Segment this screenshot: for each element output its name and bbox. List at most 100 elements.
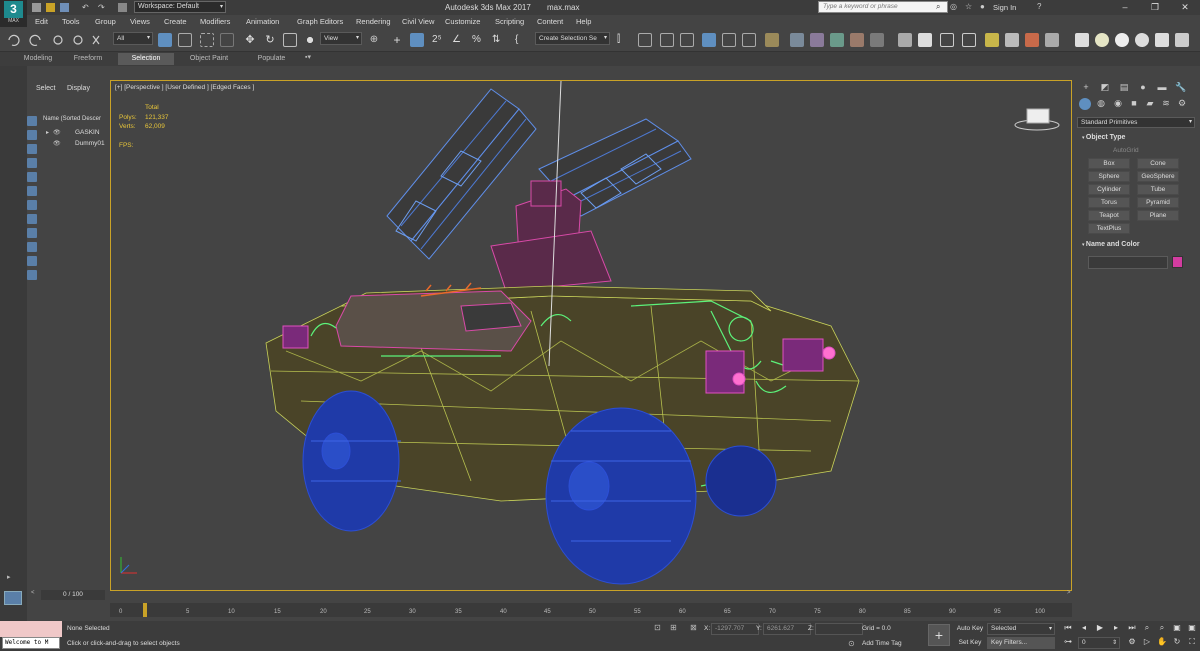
- prev-frame-icon[interactable]: <: [31, 590, 35, 596]
- perspective-viewport[interactable]: [+] [Perspective ] [User Defined ] [Edge…: [110, 80, 1072, 591]
- torus-primitive-icon[interactable]: [1135, 33, 1149, 47]
- visibility-eye-icon[interactable]: 👁: [53, 140, 61, 147]
- set-key-button[interactable]: Set Key: [956, 637, 984, 649]
- play-icon[interactable]: ▶: [1094, 623, 1106, 632]
- field-of-view-icon[interactable]: ▷: [1141, 637, 1153, 646]
- mirror-icon[interactable]: ⫿: [617, 33, 631, 47]
- bookmark-icon[interactable]: ☆: [965, 2, 972, 11]
- zoom-icon[interactable]: ⌕: [1141, 623, 1153, 633]
- scale-icon[interactable]: [283, 33, 297, 47]
- viewcube[interactable]: [1014, 108, 1060, 131]
- teapot-button[interactable]: Teapot: [1088, 210, 1130, 221]
- key-mode-dropdown[interactable]: Selected ▾: [987, 623, 1055, 635]
- modify-tab-icon[interactable]: ◩: [1098, 82, 1112, 96]
- object-type-rollout[interactable]: ▾ Object Type: [1082, 134, 1125, 141]
- selection-lock-icon[interactable]: ⊞: [670, 623, 677, 632]
- ribbon-tab-freeform[interactable]: Freeform: [62, 53, 114, 65]
- maxscript-output[interactable]: Welcome to M: [2, 637, 60, 649]
- zoom-extents-icon[interactable]: ▣: [1171, 623, 1183, 632]
- ribbon-tab-object-paint[interactable]: Object Paint: [178, 53, 240, 65]
- space-warps-filter-icon[interactable]: [27, 214, 37, 224]
- orbit-icon[interactable]: ↻: [1171, 637, 1183, 646]
- explorer-column-header[interactable]: Name (Sorted Descer: [43, 116, 101, 122]
- textplus-button[interactable]: TextPlus: [1088, 223, 1130, 234]
- help-icon[interactable]: ?: [1037, 2, 1041, 11]
- snaps-toggle-icon[interactable]: 2⁵: [432, 33, 446, 47]
- menu-graph-editors[interactable]: Graph Editors: [297, 17, 343, 26]
- geosphere-button[interactable]: GeoSphere: [1137, 171, 1179, 182]
- ribbon-options-icon[interactable]: ▪▾: [305, 53, 311, 61]
- next-frame-icon[interactable]: ▸: [1110, 623, 1122, 632]
- cameras-category-icon[interactable]: ■: [1127, 98, 1141, 112]
- viewport-config-icon[interactable]: [962, 33, 976, 47]
- cylinder-button[interactable]: Cylinder: [1088, 184, 1130, 195]
- motion-tab-icon[interactable]: ●: [1136, 82, 1150, 96]
- key-mode-toggle-icon[interactable]: ⊶: [1062, 637, 1074, 646]
- render-production-icon[interactable]: [830, 33, 844, 47]
- lights-category-icon[interactable]: ◉: [1111, 98, 1125, 112]
- open-file-icon[interactable]: [46, 3, 55, 12]
- display-mode-icon[interactable]: [940, 33, 954, 47]
- geometry-filter-icon[interactable]: [27, 144, 37, 154]
- time-playhead[interactable]: [143, 603, 147, 617]
- systems-icon[interactable]: [1045, 33, 1059, 47]
- x-coordinate-field[interactable]: -1297.707: [711, 623, 759, 635]
- menu-civil-view[interactable]: Civil View: [402, 17, 434, 26]
- search-icon[interactable]: ⌕: [936, 2, 940, 12]
- containers-filter-icon[interactable]: [27, 270, 37, 280]
- search-input[interactable]: Type a keyword or phrase: [818, 1, 948, 13]
- primitive-type-dropdown[interactable]: Standard Primitives ▾: [1077, 117, 1195, 128]
- scene-explorer-tab-display[interactable]: Display: [67, 85, 90, 92]
- time-tag-icon[interactable]: ⊙: [848, 639, 855, 648]
- material-editor-icon[interactable]: [765, 33, 779, 47]
- menu-modifiers[interactable]: Modifiers: [200, 17, 230, 26]
- render-iterative-icon[interactable]: [850, 33, 864, 47]
- helpers-category-icon[interactable]: ▰: [1143, 98, 1157, 112]
- viewport-label[interactable]: [+] [Perspective ] [User Defined ] [Edge…: [115, 84, 254, 91]
- window-crossing-icon[interactable]: [220, 33, 234, 47]
- pyramid-primitive-icon[interactable]: [1175, 33, 1189, 47]
- project-folder-icon[interactable]: [118, 3, 127, 12]
- render-setup-icon[interactable]: [790, 33, 804, 47]
- workspace-dropdown[interactable]: Workspace: Default ▾: [134, 1, 226, 13]
- menu-help[interactable]: Help: [576, 17, 591, 26]
- align-icon[interactable]: [638, 33, 652, 47]
- ribbon-toggle-icon[interactable]: [702, 33, 716, 47]
- go-to-start-icon[interactable]: ⏮: [1062, 623, 1074, 633]
- keyboard-shortcut-override-icon[interactable]: [410, 33, 424, 47]
- display-tab-icon[interactable]: ▬: [1155, 82, 1169, 96]
- rect-selection-region-icon[interactable]: [200, 33, 214, 47]
- cone-primitive-icon[interactable]: [1155, 33, 1169, 47]
- isolate-selection-icon[interactable]: ⊡: [654, 623, 661, 632]
- pan-view-icon[interactable]: ✋: [1156, 637, 1168, 646]
- go-to-end-icon[interactable]: ⏭: [1126, 623, 1138, 633]
- tube-button[interactable]: Tube: [1137, 184, 1179, 195]
- menu-tools[interactable]: Tools: [62, 17, 80, 26]
- track-bar[interactable]: 0 5 10 15 20 25 30 35 40 45 50 55 60 65 …: [110, 603, 1072, 617]
- bones-filter-icon[interactable]: [27, 256, 37, 266]
- pyramid-button[interactable]: Pyramid: [1137, 197, 1179, 208]
- ribbon-tab-populate[interactable]: Populate: [244, 53, 299, 65]
- space-warps-category-icon[interactable]: ≋: [1159, 98, 1173, 112]
- viewport-lighting-icon[interactable]: [898, 33, 912, 47]
- display-all-icon[interactable]: [27, 130, 37, 140]
- visibility-eye-icon[interactable]: 👁: [53, 129, 61, 136]
- binoculars-icon[interactable]: ◎: [950, 2, 957, 11]
- z-coordinate-field[interactable]: [815, 623, 863, 635]
- scene-explorer-tab-select[interactable]: Select: [36, 85, 55, 92]
- next-frame-icon[interactable]: >: [1067, 590, 1071, 596]
- percent-snap-icon[interactable]: %: [472, 33, 486, 47]
- menu-rendering[interactable]: Rendering: [356, 17, 391, 26]
- menu-group[interactable]: Group: [95, 17, 116, 26]
- hierarchy-tab-icon[interactable]: ▤: [1117, 82, 1131, 96]
- user-icon[interactable]: ●: [980, 2, 985, 11]
- geometry-category-icon[interactable]: [1079, 98, 1091, 110]
- toggle-scene-explorer-icon[interactable]: [660, 33, 674, 47]
- schematic-view-icon[interactable]: [742, 33, 756, 47]
- reference-coord-dropdown[interactable]: View ▾: [320, 32, 362, 45]
- ribbon-tab-selection[interactable]: Selection: [118, 53, 174, 65]
- helpers-filter-icon[interactable]: [27, 200, 37, 210]
- systems-category-icon[interactable]: ⚙: [1175, 98, 1189, 112]
- name-and-color-rollout[interactable]: ▾ Name and Color: [1082, 241, 1140, 248]
- menu-animation[interactable]: Animation: [246, 17, 279, 26]
